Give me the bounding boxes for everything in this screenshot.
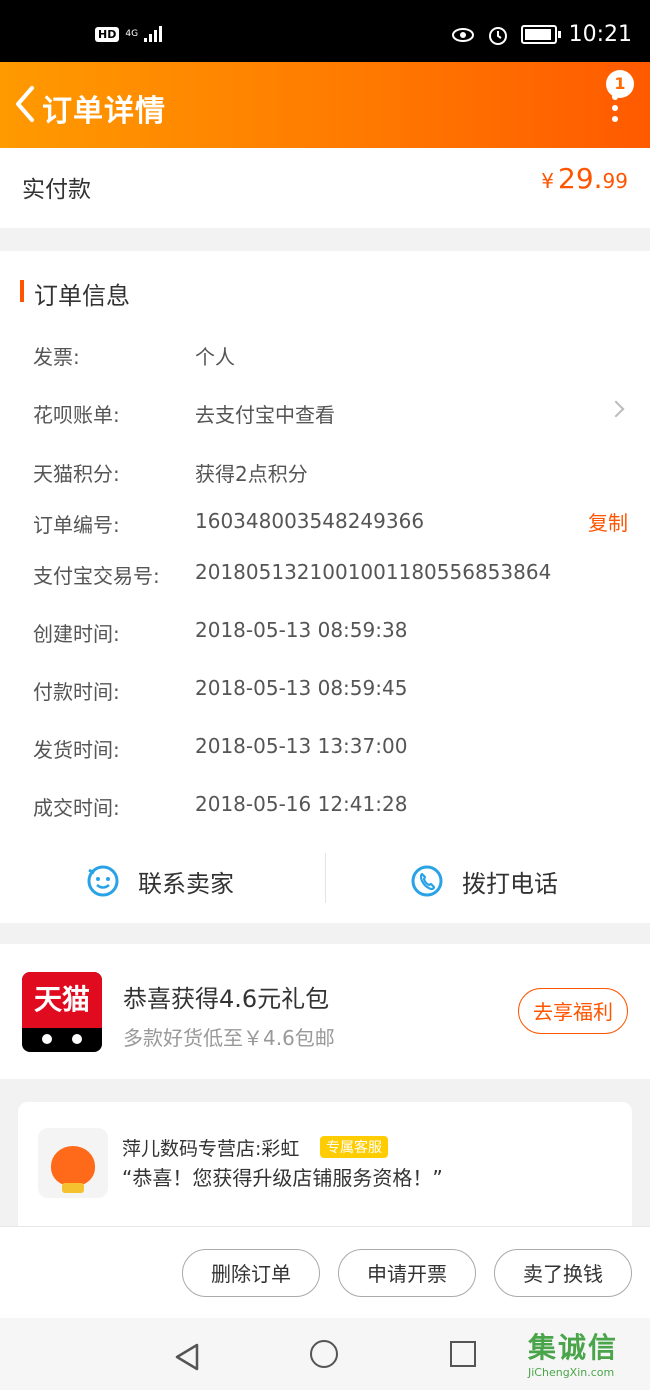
watermark-logo: 集诚信	[528, 1331, 619, 1364]
tmall-logo: 天猫	[22, 972, 102, 1052]
status-left: HD 4G	[95, 26, 163, 42]
sell-item-button[interactable]: 卖了换钱	[494, 1249, 632, 1297]
info-row-paid: 付款时间: 2018-05-13 08:59:45	[0, 670, 650, 710]
row-label: 天猫积分:	[33, 462, 120, 486]
shop-name: 萍儿数码专营店:彩虹	[122, 1138, 300, 1160]
tmall-eye-right	[72, 1034, 82, 1044]
call-phone-button[interactable]: 拨打电话	[410, 851, 558, 911]
copy-button[interactable]: 复制	[588, 507, 628, 536]
promo-title: 恭喜获得4.6元礼包	[123, 985, 330, 1013]
divider	[325, 853, 326, 903]
nav-recent-icon[interactable]	[450, 1341, 476, 1367]
page-title: 订单详情	[42, 94, 166, 129]
row-value: 去支付宝中查看	[195, 403, 335, 427]
amount-decimal: 99	[602, 169, 628, 193]
row-label: 创建时间:	[33, 622, 120, 646]
more-menu-icon[interactable]	[610, 94, 620, 124]
row-label: 花呗账单:	[33, 403, 120, 427]
promo-subtitle: 多款好货低至￥4.6包邮	[123, 1026, 335, 1050]
header: 订单详情 1	[0, 62, 650, 148]
watermark-url: JiChengXin.com	[528, 1366, 615, 1379]
phone-icon	[411, 865, 443, 897]
info-row-order-number: 订单编号: 160348003548249366 复制	[0, 503, 650, 543]
contact-seller-label: 联系卖家	[138, 869, 234, 898]
row-label: 付款时间:	[33, 680, 120, 704]
row-label: 发票:	[33, 345, 80, 369]
tmall-eye-left	[42, 1034, 52, 1044]
notification-badge[interactable]: 1	[606, 70, 634, 98]
row-value: 2018-05-13 08:59:38	[195, 618, 408, 642]
amount-integer: 29.	[558, 162, 603, 195]
tmall-logo-text: 天猫	[22, 972, 102, 1028]
row-value: 获得2点积分	[195, 462, 308, 486]
info-row-huabei[interactable]: 花呗账单: 去支付宝中查看	[0, 393, 650, 433]
row-label: 支付宝交易号:	[33, 564, 160, 588]
contact-actions: 联系卖家 拨打电话	[0, 851, 650, 911]
order-info-card: 订单信息 发票: 个人 花呗账单: 去支付宝中查看 天猫积分: 获得2点积分 订…	[0, 251, 650, 923]
row-label: 成交时间:	[33, 796, 120, 820]
status-bar: HD 4G 10:21	[0, 0, 650, 62]
row-value: 2018051321001001180556853864	[195, 560, 552, 584]
eye-icon	[451, 27, 474, 42]
system-nav-bar: 集诚信 JiChengXin.com	[0, 1318, 650, 1390]
contact-seller-button[interactable]: 联系卖家	[86, 851, 234, 911]
shop-avatar	[38, 1128, 108, 1198]
row-value: 2018-05-13 13:37:00	[195, 734, 408, 758]
info-row-invoice: 发票: 个人	[0, 335, 650, 375]
hd-icon: HD	[95, 26, 120, 42]
info-row-alipay-trade: 支付宝交易号: 2018051321001001180556853864	[0, 554, 650, 594]
row-label: 订单编号:	[33, 513, 120, 537]
clock: 10:21	[568, 22, 632, 47]
nav-back-icon[interactable]	[173, 1342, 201, 1372]
service-badge: 专属客服	[320, 1136, 388, 1158]
row-value: 2018-05-13 08:59:45	[195, 676, 408, 700]
claim-benefit-button[interactable]: 去享福利	[518, 988, 628, 1034]
info-row-completed: 成交时间: 2018-05-16 12:41:28	[0, 786, 650, 826]
row-value: 2018-05-16 12:41:28	[195, 792, 408, 816]
chat-smile-icon	[87, 865, 119, 897]
delete-order-button[interactable]: 删除订单	[182, 1249, 320, 1297]
back-icon[interactable]	[10, 84, 40, 124]
section-accent-bar	[20, 280, 24, 302]
signal-icon	[144, 26, 163, 42]
row-value: 160348003548249366	[195, 509, 425, 533]
paid-label: 实付款	[22, 177, 91, 203]
info-row-shipped: 发货时间: 2018-05-13 13:37:00	[0, 728, 650, 768]
info-row-created: 创建时间: 2018-05-13 08:59:38	[0, 612, 650, 652]
shop-message: “恭喜！您获得升级店铺服务资格！”	[122, 1166, 443, 1190]
call-phone-label: 拨打电话	[462, 869, 558, 898]
battery-icon	[520, 25, 561, 44]
order-info-title: 订单信息	[34, 282, 130, 310]
currency-symbol: ¥	[541, 169, 555, 193]
chevron-right-icon	[607, 400, 625, 418]
promo-banner[interactable]: 天猫 恭喜获得4.6元礼包 多款好货低至￥4.6包邮 去享福利	[0, 944, 650, 1079]
request-invoice-button[interactable]: 申请开票	[338, 1249, 476, 1297]
info-row-points: 天猫积分: 获得2点积分	[0, 452, 650, 492]
paid-amount: ¥29.99	[541, 162, 628, 195]
bottom-action-bar: 删除订单 申请开票 卖了换钱	[0, 1226, 650, 1319]
paid-amount-section: 实付款 ¥29.99	[0, 148, 650, 228]
shop-message-card[interactable]: 萍儿数码专营店:彩虹 专属客服 “恭喜！您获得升级店铺服务资格！”	[18, 1102, 632, 1242]
row-label: 发货时间:	[33, 738, 120, 762]
nav-home-icon[interactable]	[310, 1340, 338, 1368]
status-right: 10:21	[451, 22, 632, 47]
network-type: 4G	[125, 28, 139, 39]
alarm-icon	[488, 26, 507, 45]
row-value: 个人	[195, 345, 235, 369]
watermark: 集诚信 JiChengXin.com	[528, 1326, 646, 1386]
